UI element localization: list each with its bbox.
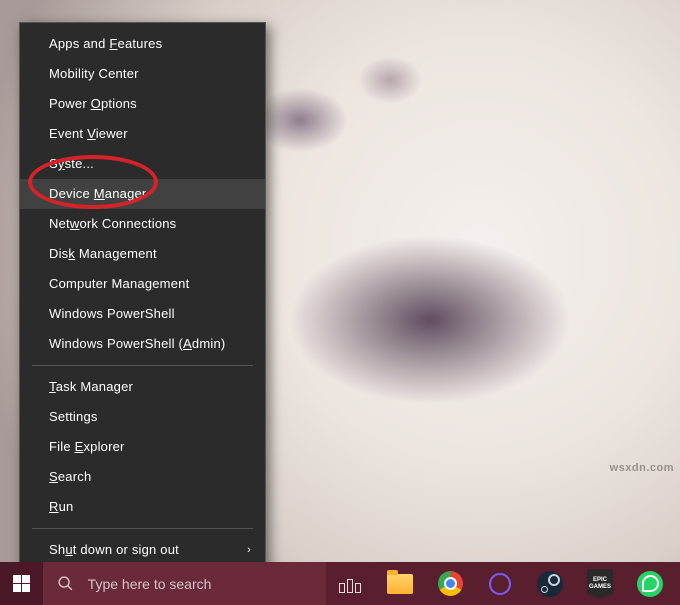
menu-item[interactable]: Mobility Center [20, 59, 265, 89]
whatsapp-button[interactable] [626, 562, 674, 605]
menu-item[interactable]: Run [20, 492, 265, 522]
winx-context-menu: Apps and Features Mobility Center Power Op… [19, 22, 266, 602]
menu-item-label: Device Manager [49, 186, 146, 201]
menu-item[interactable]: Disk Management [20, 239, 265, 269]
menu-item[interactable]: Windows PowerShell (Admin) [20, 329, 265, 359]
chrome-button[interactable] [426, 562, 474, 605]
task-view-icon [339, 575, 361, 593]
menu-item[interactable]: Device Manager [20, 179, 265, 209]
taskbar-icon-area: EPIC GAMES [326, 562, 680, 605]
menu-item-label: File Explorer [49, 439, 125, 454]
folder-icon [387, 574, 413, 594]
menu-item[interactable]: Search [20, 462, 265, 492]
menu-item[interactable]: Power Options [20, 89, 265, 119]
menu-item-label: Search [49, 469, 91, 484]
menu-separator [32, 528, 253, 529]
search-placeholder: Type here to search [88, 576, 212, 592]
menu-item-label: Settings [49, 409, 98, 424]
chrome-icon [438, 571, 463, 596]
menu-item-label: Windows PowerShell [49, 306, 175, 321]
menu-item[interactable]: Network Connections [20, 209, 265, 239]
menu-item-label: Run [49, 499, 73, 514]
menu-item[interactable]: Windows PowerShell [20, 299, 265, 329]
whatsapp-icon [637, 571, 663, 597]
menu-item[interactable]: Event Viewer [20, 119, 265, 149]
menu-item-label: Shut down or sign out [49, 542, 179, 557]
menu-item-label: Computer Management [49, 276, 189, 291]
start-button[interactable] [0, 562, 43, 605]
menu-item-label: Network Connections [49, 216, 176, 231]
file-explorer-button[interactable] [376, 562, 424, 605]
menu-item-label: Windows PowerShell (Admin) [49, 336, 225, 351]
menu-item-label: Event Viewer [49, 126, 128, 141]
taskbar: Type here to search EPIC GAMES [0, 562, 680, 605]
watermark-text: wsxdn.com [610, 462, 674, 474]
menu-item-label: Task Manager [49, 379, 133, 394]
menu-item-label: Syste... [49, 156, 94, 171]
task-view-button[interactable] [326, 562, 374, 605]
menu-item-label: Apps and Features [49, 36, 162, 51]
taskbar-search-box[interactable]: Type here to search [43, 562, 326, 605]
chevron-right-icon: › [247, 543, 251, 557]
cortana-icon [489, 573, 511, 595]
epic-games-icon: EPIC GAMES [587, 569, 613, 599]
menu-item[interactable]: Syste... [20, 149, 265, 179]
menu-item-label: Power Options [49, 96, 137, 111]
menu-item[interactable]: Shut down or sign out › [20, 535, 265, 565]
menu-item[interactable]: Task Manager [20, 372, 265, 402]
search-icon [57, 575, 74, 592]
epic-games-button[interactable]: EPIC GAMES [576, 562, 624, 605]
cortana-button[interactable] [476, 562, 524, 605]
menu-item-label: Disk Management [49, 246, 157, 261]
steam-icon [537, 571, 563, 597]
windows-logo-icon [13, 575, 30, 592]
menu-item[interactable]: Computer Management [20, 269, 265, 299]
menu-item[interactable]: File Explorer [20, 432, 265, 462]
steam-button[interactable] [526, 562, 574, 605]
menu-item-label: Mobility Center [49, 66, 139, 81]
menu-item[interactable]: Settings [20, 402, 265, 432]
menu-separator [32, 365, 253, 366]
menu-item[interactable]: Apps and Features [20, 29, 265, 59]
